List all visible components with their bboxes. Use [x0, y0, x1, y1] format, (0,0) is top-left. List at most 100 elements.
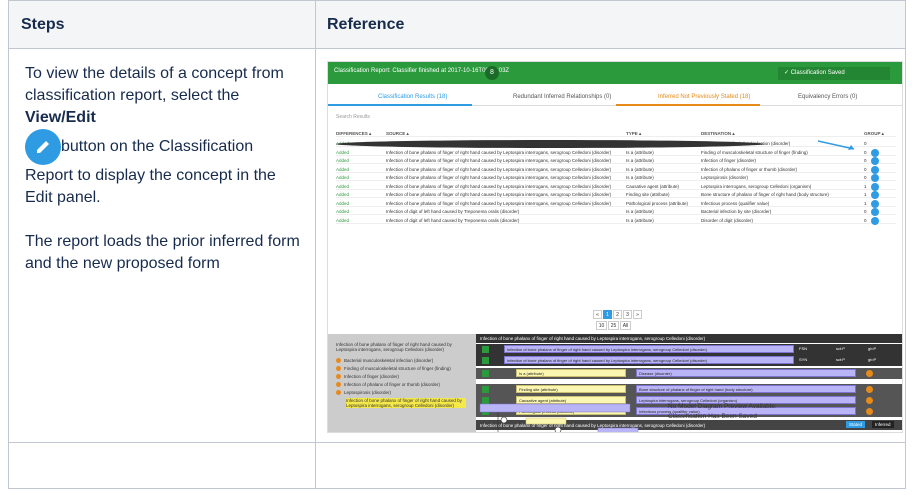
accept-icon[interactable] — [482, 370, 489, 377]
view-edit-label: View/Edit — [25, 109, 96, 126]
concept-dot-icon[interactable] — [866, 408, 873, 415]
view-edit-icon[interactable] — [871, 191, 879, 199]
results-tabs: Classification Results (18) Redundant In… — [328, 86, 902, 106]
edit-panel-title: Infection of bone phalanx of finger of r… — [476, 334, 902, 343]
table-row[interactable]: Added Infection of bone phalanx of finger… — [336, 148, 896, 157]
pager-page-1[interactable]: 1 — [603, 310, 612, 319]
table-row[interactable]: AddedInfection of bone phalanx of finger… — [336, 182, 896, 191]
tab-redundant[interactable]: Redundant Inferred Relationships (0) — [513, 94, 611, 100]
tab-inferred-not-stated[interactable]: Inferred Not Previously Stated (18) — [658, 94, 750, 100]
fsn-description[interactable]: Infection of bone phalanx of finger of r… — [504, 345, 794, 353]
page-size-25[interactable]: 25 — [608, 321, 619, 330]
view-edit-icon[interactable] — [336, 140, 764, 148]
stated-button[interactable]: Stated — [846, 421, 866, 428]
sct-label: sct:P — [836, 357, 845, 362]
table-cell: Added — [336, 192, 350, 197]
pager-next[interactable]: » — [633, 310, 642, 319]
tab-equivalency-errors[interactable]: Equivalency Errors (0) — [798, 94, 857, 100]
pager: «1 2 3» 10 25 All — [593, 310, 643, 330]
view-edit-icon[interactable] — [871, 165, 879, 174]
table-cell: Is a (attribute) — [626, 149, 654, 155]
grid-header-row: DIFFERENCES ▴ SOURCE ▴ TYPE ▴ DESTINATION ▴… — [336, 130, 896, 137]
view-edit-icon[interactable] — [871, 148, 879, 157]
view-edit-icon[interactable] — [871, 199, 879, 208]
column-header[interactable]: DIFFERENCES ▴ — [336, 131, 384, 137]
table-cell: Added — [336, 175, 350, 180]
fsn-label: FSN — [799, 346, 807, 351]
table-row[interactable]: AddedInfection of bone phalanx of finger… — [336, 157, 896, 165]
tree-item[interactable]: Finding of musculoskeletal structure of … — [336, 366, 451, 372]
sct-label: sct:P — [836, 346, 845, 351]
column-header[interactable]: DESTINATION ▴ — [701, 131, 861, 137]
search-results-label[interactable]: Search Results — [336, 114, 370, 120]
page-size-all[interactable]: All — [620, 321, 631, 330]
table-row[interactable]: AddedInfection of bone phalanx of finger… — [336, 140, 896, 148]
table-cell: Infection of finger (disorder) — [701, 158, 757, 163]
column-header[interactable]: SOURCE ▴ — [386, 131, 621, 137]
table-cell: Infection of bone phalanx of finger of r… — [386, 149, 612, 155]
concept-dot-icon — [336, 382, 341, 388]
table-row[interactable]: AddedInfection of bone phalanx of finger… — [336, 191, 896, 199]
table-cell: Infectious process (qualifier value) — [701, 200, 770, 206]
step-paragraph-1: To view the details of a concept from cl… — [25, 63, 305, 209]
accept-icon[interactable] — [482, 357, 489, 364]
arrow-icon — [818, 140, 855, 150]
taxonomy-tree: Infection of bone phalanx of finger of r… — [328, 334, 476, 432]
table-cell: Leptospira interrogans, serogroup Celled… — [701, 183, 812, 189]
steps-header: Steps — [21, 16, 65, 33]
pager-page-3[interactable]: 3 — [623, 310, 632, 319]
concept-dot-icon[interactable] — [866, 370, 873, 377]
table-cell: Added — [336, 149, 350, 155]
table-row[interactable]: AddedInfection of bone phalanx of finger… — [336, 199, 896, 208]
relationship-type[interactable]: Finding site (attribute) — [516, 385, 626, 393]
tab-classification-results[interactable]: Classification Results (18) — [378, 94, 447, 100]
tree-item-selected[interactable]: Infection of bone phalanx of finger of r… — [346, 398, 466, 408]
view-edit-icon[interactable] — [871, 174, 879, 182]
column-header[interactable]: GROUP ▴ — [864, 131, 884, 137]
view-edit-icon[interactable] — [871, 157, 879, 165]
tree-item[interactable]: Infection of finger (disorder) — [336, 374, 399, 380]
column-header[interactable]: TYPE ▴ — [626, 131, 698, 137]
tree-item[interactable]: Bacterial musculoskeletal infection (dis… — [336, 358, 434, 364]
tree-item-label: Finding of musculoskeletal structure of … — [344, 366, 451, 371]
view-edit-icon[interactable] — [871, 216, 879, 225]
table-cell: Is a (attribute) — [626, 217, 654, 223]
concept-dot-icon — [336, 366, 341, 372]
concept-dot-icon — [336, 374, 341, 380]
pager-prev[interactable]: « — [593, 310, 602, 319]
tree-item[interactable]: Leptospirosis (disorder) — [336, 390, 391, 396]
syn-description[interactable]: Infection of bone phalanx of finger of r… — [504, 356, 794, 364]
reference-screenshot: Classification Report: Classifier finish… — [327, 61, 903, 433]
accept-icon[interactable] — [482, 386, 489, 393]
relationship-destination[interactable]: Bone structure of phalanx of finger of r… — [636, 385, 856, 393]
tree-item[interactable]: Infection of phalanx of finger or thumb … — [336, 382, 440, 388]
concept-dot-icon[interactable] — [866, 397, 873, 404]
description-row: Infection of bone phalanx of finger of r… — [476, 355, 902, 366]
table-row[interactable]: Added Infection of digit of left hand cau… — [336, 208, 896, 216]
relationship-destination[interactable]: Disease (disorder) — [636, 369, 856, 377]
table-row[interactable]: AddedInfection of bone phalanx of finger… — [336, 174, 896, 182]
steps-cell: To view the details of a concept from cl… — [25, 63, 305, 297]
table-cell: Added — [336, 209, 350, 214]
view-edit-icon[interactable] — [871, 208, 879, 216]
tree-item-label: Bacterial musculoskeletal infection (dis… — [344, 358, 434, 363]
inferred-button[interactable]: Inferred — [872, 421, 894, 428]
table-row[interactable]: Added Infection of digit of left hand cau… — [336, 216, 896, 225]
page-size-10[interactable]: 10 — [596, 321, 607, 330]
pager-page-2[interactable]: 2 — [613, 310, 622, 319]
concept-dot-icon[interactable] — [866, 386, 873, 393]
no-diagram-line-1: No Model Diagram Preview Available: — [668, 403, 777, 410]
classification-saved-button[interactable]: ✓ Classification Saved — [778, 67, 890, 80]
table-row[interactable]: AddedInfection of bone phalanx of finger… — [336, 165, 896, 174]
table-cell: Causative agent (attribute) — [626, 183, 680, 189]
syn-label: SYN — [799, 357, 808, 362]
relationship-type[interactable]: Is a (attribute) — [516, 369, 626, 377]
tree-root[interactable]: Infection of bone phalanx of finger of r… — [336, 342, 471, 352]
accept-icon[interactable] — [482, 346, 489, 353]
table-cell: Bacterial infection by site (disorder) — [701, 209, 772, 214]
edit-pencil-icon — [25, 129, 61, 165]
view-edit-icon[interactable] — [871, 182, 879, 191]
relationship-row: Finding site (attribute) Bone structure … — [476, 384, 902, 395]
table-cell: Disorder of digit (disorder) — [701, 217, 754, 223]
table-cell: Is a (attribute) — [626, 175, 654, 180]
